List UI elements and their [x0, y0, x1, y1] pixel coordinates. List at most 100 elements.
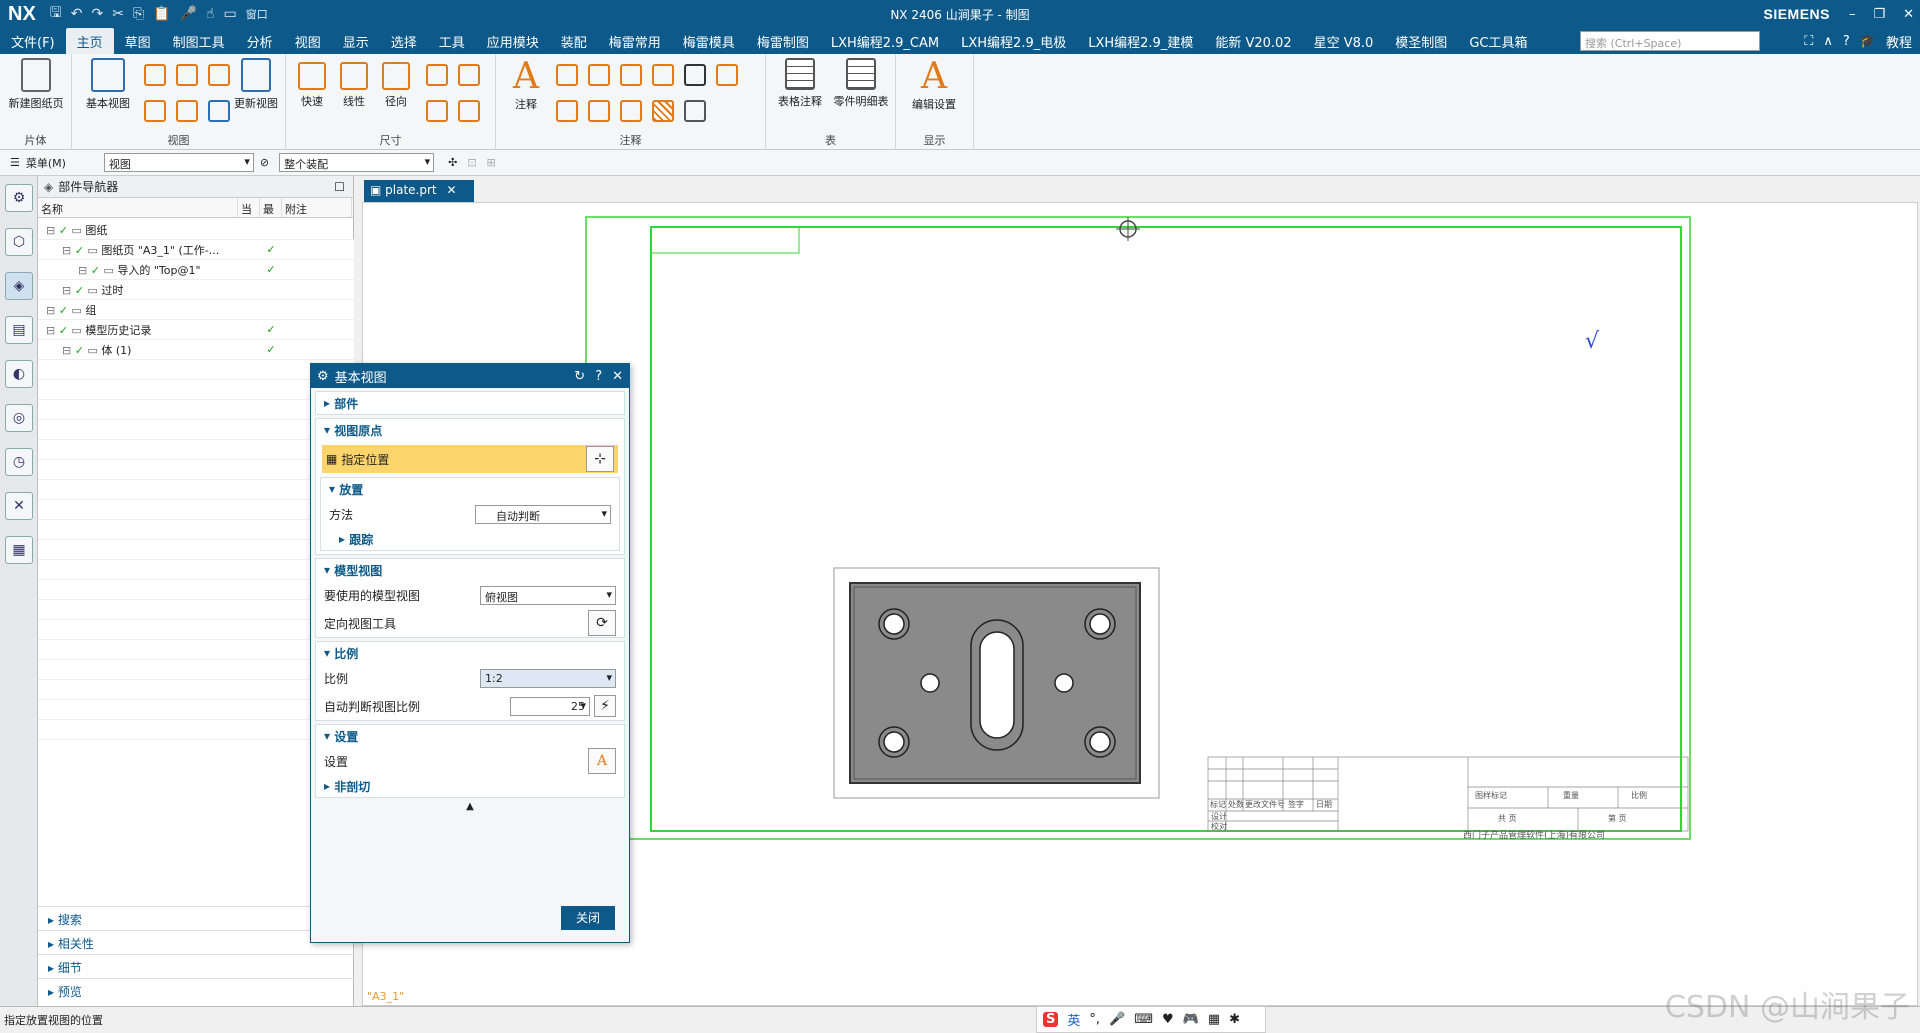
- section-preview[interactable]: ▸ 预览: [38, 978, 354, 1002]
- undo-icon[interactable]: ↶: [71, 6, 83, 22]
- filter-reset-icon[interactable]: ⊘: [260, 156, 269, 169]
- expand-icon[interactable]: ⊟: [62, 284, 75, 297]
- menu-item[interactable]: 分析: [236, 28, 284, 55]
- chamfer-dimension-icon[interactable]: [458, 64, 480, 86]
- point-dialog-button[interactable]: ⊹: [586, 446, 614, 472]
- menu-item[interactable]: LXH编程2.9_CAM: [820, 28, 950, 55]
- column-notes[interactable]: 附注: [282, 198, 352, 217]
- help-icon[interactable]: ?: [595, 369, 602, 384]
- touch-mode-icon[interactable]: ☝: [206, 6, 215, 22]
- keyboard-icon[interactable]: ⌨: [1134, 1012, 1153, 1027]
- tree-node[interactable]: ⊟ ✓ ▭ 过时: [38, 280, 354, 300]
- rapid-dimension-button[interactable]: 快速: [292, 62, 332, 109]
- roles-icon[interactable]: ▦: [5, 536, 33, 564]
- menu-item[interactable]: GC工具箱: [1458, 28, 1538, 55]
- menu-item[interactable]: 能新 V20.02: [1204, 28, 1302, 55]
- settings-button[interactable]: A: [588, 748, 616, 774]
- base-view-button[interactable]: 基本视图: [80, 58, 136, 111]
- menu-item[interactable]: 模圣制图: [1384, 28, 1458, 55]
- selection-scope-dropdown[interactable]: 整个装配: [279, 153, 435, 172]
- settings-icon[interactable]: ⚙: [5, 184, 33, 212]
- section-search[interactable]: ▸ 搜索: [38, 906, 354, 930]
- column-current[interactable]: 当: [238, 198, 260, 217]
- menu-item[interactable]: 装配: [550, 28, 598, 55]
- tutorial-icon[interactable]: 🎓: [1860, 34, 1876, 49]
- tabular-note-button[interactable]: 表格注释: [770, 58, 830, 109]
- radial-dimension-button[interactable]: 径向: [376, 62, 416, 109]
- model-view-dropdown[interactable]: 俯视图: [480, 585, 616, 605]
- datum-feature-icon[interactable]: [556, 100, 578, 122]
- collapse-icon[interactable]: ▲: [311, 801, 629, 812]
- window-menu[interactable]: 窗口: [246, 6, 268, 22]
- assembly-navigator-icon[interactable]: ⬡: [5, 228, 33, 256]
- section-dependencies[interactable]: ▸ 相关性: [38, 930, 354, 954]
- update-view-button[interactable]: 更新视图: [228, 58, 284, 111]
- hatch-icon[interactable]: [652, 100, 674, 122]
- save-icon[interactable]: 🖫: [50, 2, 62, 26]
- menu-item[interactable]: 工具: [428, 28, 476, 55]
- specify-location-row[interactable]: ▦ 指定位置 ⊹: [322, 445, 618, 473]
- view-boundary-icon[interactable]: [208, 100, 230, 122]
- lightning-icon[interactable]: ⚡: [594, 695, 616, 717]
- view-origin-icon[interactable]: [1116, 217, 1140, 241]
- track-header[interactable]: ▸ 跟踪: [321, 528, 619, 550]
- menu-item[interactable]: 文件(F): [0, 28, 66, 55]
- select-mode-icon[interactable]: ⊞: [487, 156, 496, 169]
- placement-header[interactable]: ▾ 放置: [321, 478, 619, 500]
- paste-icon[interactable]: 📋: [153, 6, 170, 22]
- game-icon[interactable]: 🎮: [1183, 1012, 1199, 1027]
- expand-icon[interactable]: ⊟: [62, 344, 75, 357]
- tree-node[interactable]: ⊟ ✓ ▭ 图纸页 "A3_1" (工作-... ✓: [38, 240, 354, 260]
- ime-settings-icon[interactable]: ✱: [1229, 1012, 1240, 1027]
- sogou-logo-icon[interactable]: S: [1043, 1012, 1059, 1027]
- hd3d-tools-icon[interactable]: ◐: [5, 360, 33, 388]
- new-sheet-button[interactable]: 新建图纸页: [8, 58, 64, 111]
- menu-item[interactable]: 视图: [284, 28, 332, 55]
- ribbon-collapse-icon[interactable]: ∧: [1823, 34, 1833, 49]
- orient-view-tool-button[interactable]: ⟳: [588, 610, 616, 636]
- menu-item[interactable]: 梅雷常用: [598, 28, 672, 55]
- part-navigator-icon[interactable]: ◈: [5, 272, 33, 300]
- menu-item[interactable]: 显示: [332, 28, 380, 55]
- section-part[interactable]: ▸ 部件: [315, 391, 625, 415]
- tab-plate-prt[interactable]: ▣ plate.prt ✕: [364, 180, 474, 202]
- toolbox-icon[interactable]: ▦: [1208, 1012, 1220, 1027]
- close-icon[interactable]: ✕: [1903, 7, 1914, 22]
- tab-close-icon[interactable]: ✕: [446, 183, 456, 197]
- expand-icon[interactable]: ⊟: [62, 244, 75, 257]
- menu-item[interactable]: 应用模块: [476, 28, 550, 55]
- section-details[interactable]: ▸ 细节: [38, 954, 354, 978]
- menu-item[interactable]: 草图: [114, 28, 162, 55]
- settings-header[interactable]: ▾ 设置: [316, 725, 624, 747]
- redo-icon[interactable]: ↷: [91, 6, 103, 22]
- menu-item[interactable]: 梅雷模具: [672, 28, 746, 55]
- target-point-icon[interactable]: [620, 100, 642, 122]
- ime-language[interactable]: 英: [1067, 1010, 1080, 1029]
- help-circle-icon[interactable]: ?: [1843, 34, 1850, 49]
- column-latest[interactable]: 最: [260, 198, 282, 217]
- tree-node[interactable]: ⊟ ✓ ▭ 模型历史记录 ✓: [38, 320, 354, 340]
- datum-target-icon[interactable]: [652, 64, 674, 86]
- tree-node[interactable]: ⊟ ✓ ▭ 组: [38, 300, 354, 320]
- surface-finish-icon[interactable]: [588, 64, 610, 86]
- dialog-close-icon[interactable]: ✕: [612, 369, 623, 384]
- minimize-icon[interactable]: –: [1849, 7, 1856, 22]
- copy-icon[interactable]: ⎘: [133, 6, 144, 22]
- feature-control-frame-icon[interactable]: [556, 64, 578, 86]
- reuse-library-icon[interactable]: ▤: [5, 316, 33, 344]
- microphone-icon[interactable]: 🎤: [180, 6, 197, 22]
- note-button[interactable]: A 注释: [504, 58, 548, 112]
- weld-symbol-icon[interactable]: [620, 64, 642, 86]
- expand-icon[interactable]: ⊟: [46, 224, 59, 237]
- skin-icon[interactable]: ♥: [1162, 1012, 1174, 1027]
- scale-dropdown[interactable]: 1:2: [480, 668, 616, 688]
- break-view-icon[interactable]: [144, 100, 166, 122]
- restore-icon[interactable]: ❐: [1873, 7, 1885, 22]
- model-view-header[interactable]: ▾ 模型视图: [316, 559, 624, 581]
- menu-button[interactable]: 菜单(M): [26, 155, 88, 171]
- menu-item[interactable]: 选择: [380, 28, 428, 55]
- auto-scale-input[interactable]: 25: [510, 696, 590, 716]
- tree-node[interactable]: ⊟ ✓ ▭ 导入的 "Top@1" ✓: [38, 260, 354, 280]
- scale-header[interactable]: ▾ 比例: [316, 642, 624, 664]
- menu-item[interactable]: 梅雷制图: [746, 28, 820, 55]
